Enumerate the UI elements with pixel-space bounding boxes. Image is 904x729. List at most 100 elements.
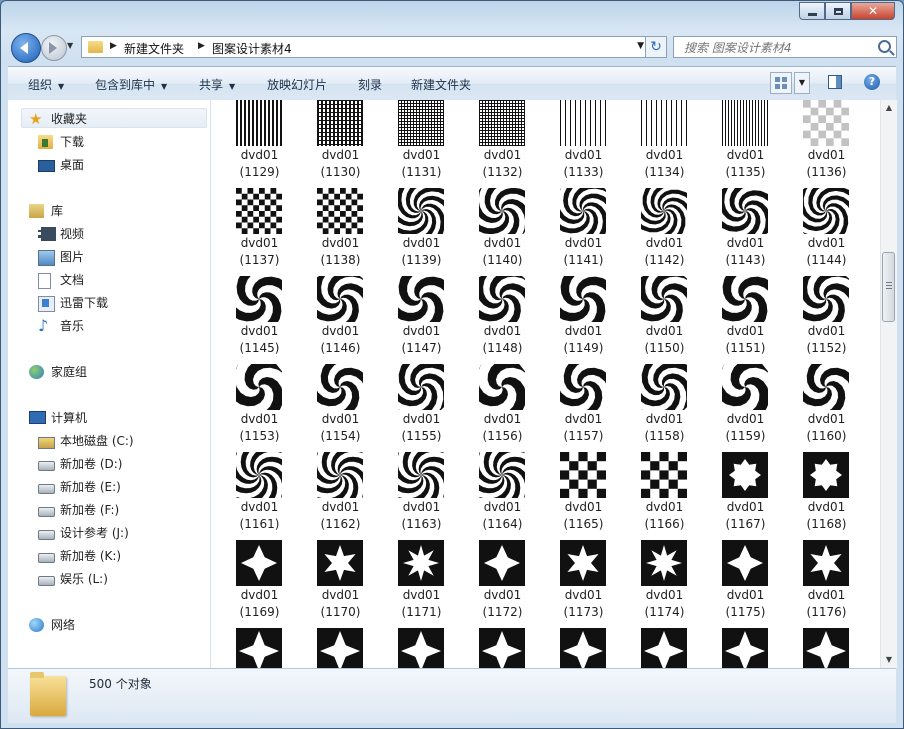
file-item[interactable]: dvd01 (1145) (219, 274, 300, 362)
file-item[interactable] (786, 626, 867, 668)
file-item[interactable]: dvd01 (1173) (543, 538, 624, 626)
nav-network[interactable]: 网络 (29, 615, 75, 635)
file-item[interactable]: dvd01 (1157) (543, 362, 624, 450)
file-item[interactable]: dvd01 (1165) (543, 450, 624, 538)
vertical-scrollbar[interactable]: ▲ ▼ (880, 100, 897, 668)
nav-item-pictures[interactable]: 图片 (38, 247, 84, 267)
new-folder-button[interactable]: 新建文件夹 (411, 76, 471, 93)
file-item[interactable] (705, 626, 786, 668)
file-item[interactable]: dvd01 (1140) (462, 186, 543, 274)
file-item[interactable]: dvd01 (1167) (705, 450, 786, 538)
slideshow-button[interactable]: 放映幻灯片 (267, 76, 327, 93)
breadcrumb-item[interactable]: 图案设计素材4 (212, 40, 292, 57)
refresh-button[interactable]: ↻ (645, 36, 667, 58)
nav-item-desktop[interactable]: 桌面 (38, 155, 84, 175)
file-item[interactable] (300, 626, 381, 668)
file-item[interactable]: dvd01 (1160) (786, 362, 867, 450)
file-item[interactable]: dvd01 (1174) (624, 538, 705, 626)
scrollbar-thumb[interactable] (882, 252, 895, 322)
nav-item-drive-l[interactable]: 娱乐 (L:) (38, 569, 108, 589)
file-item[interactable] (462, 626, 543, 668)
file-item[interactable]: dvd01 (1176) (786, 538, 867, 626)
file-item[interactable]: dvd01 (1143) (705, 186, 786, 274)
nav-item-music[interactable]: ♪ 音乐 (38, 316, 84, 336)
file-item[interactable]: dvd01 (1154) (300, 362, 381, 450)
nav-item-drive-k[interactable]: 新加卷 (K:) (38, 546, 121, 566)
nav-item-documents[interactable]: 文档 (38, 270, 84, 290)
file-item[interactable]: dvd01 (1162) (300, 450, 381, 538)
scroll-up-arrow-icon[interactable]: ▲ (881, 100, 897, 116)
search-input[interactable] (682, 38, 876, 58)
file-item[interactable]: dvd01 (1135) (705, 100, 786, 186)
minimize-button[interactable] (799, 2, 825, 20)
file-item[interactable]: dvd01 (1151) (705, 274, 786, 362)
file-item[interactable] (624, 626, 705, 668)
file-item[interactable]: dvd01 (1150) (624, 274, 705, 362)
file-item[interactable]: dvd01 (1161) (219, 450, 300, 538)
file-item[interactable]: dvd01 (1141) (543, 186, 624, 274)
view-options-dropdown[interactable]: ▼ (794, 72, 810, 94)
file-item[interactable]: dvd01 (1147) (381, 274, 462, 362)
file-item[interactable]: dvd01 (1130) (300, 100, 381, 186)
file-item[interactable]: dvd01 (1133) (543, 100, 624, 186)
file-item[interactable]: dvd01 (1137) (219, 186, 300, 274)
file-item[interactable]: dvd01 (1171) (381, 538, 462, 626)
file-item[interactable]: dvd01 (1168) (786, 450, 867, 538)
address-bar[interactable]: ▶ 新建文件夹 ▶ 图案设计素材4 ▼ (81, 36, 651, 58)
file-item[interactable]: dvd01 (1153) (219, 362, 300, 450)
address-dropdown-icon[interactable]: ▼ (637, 41, 644, 51)
file-item[interactable]: dvd01 (1132) (462, 100, 543, 186)
file-item[interactable]: dvd01 (1136) (786, 100, 867, 186)
file-item[interactable]: dvd01 (1169) (219, 538, 300, 626)
file-item[interactable] (543, 626, 624, 668)
nav-item-videos[interactable]: 视频 (38, 224, 84, 244)
scroll-down-arrow-icon[interactable]: ▼ (881, 652, 897, 668)
file-item[interactable]: dvd01 (1164) (462, 450, 543, 538)
file-item[interactable]: dvd01 (1146) (300, 274, 381, 362)
file-item[interactable]: dvd01 (1159) (705, 362, 786, 450)
organize-menu[interactable]: 组织 ▼ (28, 76, 64, 93)
file-item[interactable]: dvd01 (1131) (381, 100, 462, 186)
nav-item-xunlei[interactable]: 迅雷下载 (38, 293, 108, 313)
burn-button[interactable]: 刻录 (358, 76, 382, 93)
file-item[interactable]: dvd01 (1144) (786, 186, 867, 274)
file-item[interactable]: dvd01 (1172) (462, 538, 543, 626)
file-item[interactable]: dvd01 (1155) (381, 362, 462, 450)
file-item[interactable]: dvd01 (1142) (624, 186, 705, 274)
share-menu[interactable]: 共享 ▼ (199, 76, 235, 93)
search-icon[interactable] (878, 40, 891, 53)
file-item[interactable]: dvd01 (1170) (300, 538, 381, 626)
nav-item-drive-d[interactable]: 新加卷 (D:) (38, 454, 122, 474)
file-item[interactable]: dvd01 (1152) (786, 274, 867, 362)
nav-item-drive-e[interactable]: 新加卷 (E:) (38, 477, 121, 497)
breadcrumb-item[interactable]: 新建文件夹 (124, 40, 184, 57)
back-button[interactable] (11, 33, 41, 63)
nav-libraries[interactable]: 库 (29, 201, 63, 221)
recent-pages-dropdown[interactable]: ▼ (67, 41, 73, 50)
file-item[interactable]: dvd01 (1175) (705, 538, 786, 626)
file-item[interactable]: dvd01 (1129) (219, 100, 300, 186)
file-item[interactable]: dvd01 (1166) (624, 450, 705, 538)
breadcrumb-separator-icon[interactable]: ▶ (110, 41, 117, 51)
search-box[interactable] (673, 36, 897, 58)
maximize-button[interactable] (825, 2, 851, 20)
help-button[interactable]: ? (864, 74, 880, 90)
nav-computer[interactable]: 计算机 (29, 408, 87, 428)
file-item[interactable]: dvd01 (1163) (381, 450, 462, 538)
file-item[interactable] (381, 626, 462, 668)
include-library-menu[interactable]: 包含到库中 ▼ (95, 76, 167, 93)
nav-favorites[interactable]: ★ 收藏夹 (21, 108, 207, 128)
file-item[interactable]: dvd01 (1148) (462, 274, 543, 362)
preview-pane-toggle[interactable] (828, 75, 842, 89)
file-item[interactable]: dvd01 (1156) (462, 362, 543, 450)
nav-item-drive-c[interactable]: 本地磁盘 (C:) (38, 431, 134, 451)
forward-button[interactable] (41, 35, 67, 61)
nav-homegroup[interactable]: 家庭组 (29, 362, 87, 382)
nav-item-drive-f[interactable]: 新加卷 (F:) (38, 500, 119, 520)
file-item[interactable]: dvd01 (1149) (543, 274, 624, 362)
file-item[interactable]: dvd01 (1158) (624, 362, 705, 450)
file-item[interactable]: dvd01 (1134) (624, 100, 705, 186)
file-item[interactable] (219, 626, 300, 668)
file-item[interactable]: dvd01 (1139) (381, 186, 462, 274)
breadcrumb-separator-icon[interactable]: ▶ (198, 41, 205, 51)
